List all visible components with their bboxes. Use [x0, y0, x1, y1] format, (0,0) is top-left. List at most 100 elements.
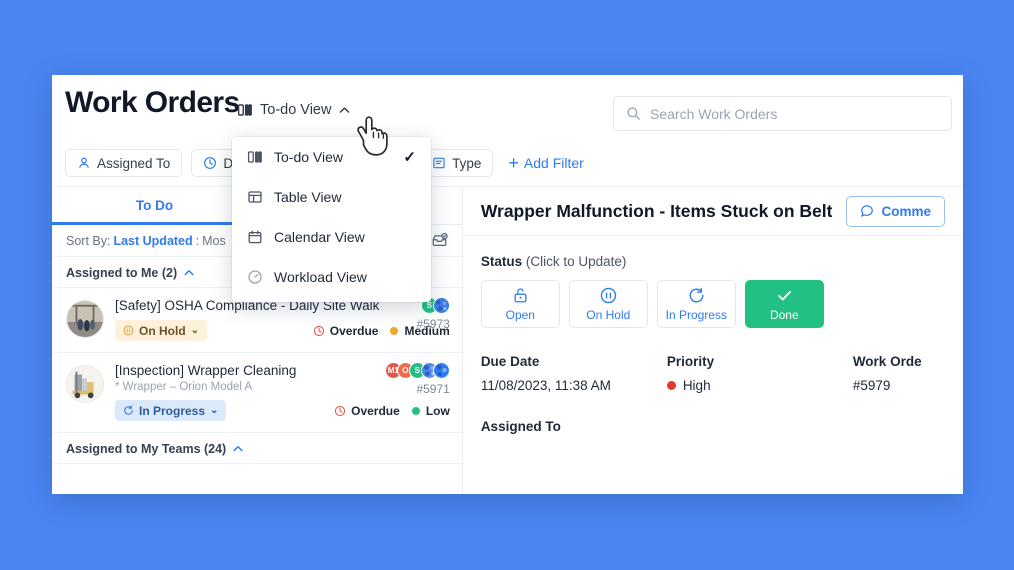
overdue-badge: Overdue	[313, 323, 379, 338]
tab-label: To Do	[135, 198, 174, 213]
comment-button[interactable]: Comme	[846, 195, 945, 227]
status-section-label: Status (Click to Update)	[481, 254, 945, 269]
chevron-down-icon: ⌄	[190, 325, 200, 336]
search-input[interactable]	[650, 105, 939, 122]
filter-chip-type[interactable]: Type	[420, 149, 494, 177]
meta-value: High	[682, 378, 711, 393]
overdue-badge: Overdue	[334, 404, 400, 418]
assigned-to-label: Assigned To	[480, 419, 561, 434]
clock-icon	[313, 325, 325, 337]
menu-item-table-view[interactable]: Table View	[232, 177, 431, 217]
detail-header: Wrapper Malfunction - Items Stuck on Bel…	[462, 187, 963, 236]
view-switcher-label: To-do View	[260, 102, 332, 118]
meta-label: Due Date	[480, 354, 540, 369]
meta-priority: Priority High	[666, 354, 853, 393]
screenshot-stage: Work Orders To-do View Search Work Order…	[0, 0, 1014, 570]
work-order-meta-row: In Progress ⌄ Overdue Low	[115, 400, 450, 421]
view-switcher-button[interactable]: To-do View	[237, 102, 351, 118]
status-buttons: Open On Hold In Progress Done	[480, 280, 945, 328]
work-order-detail-pane: Wrapper Malfunction - Items Stuck on Bel…	[462, 187, 963, 494]
menu-item-calendar-view[interactable]: Calendar View	[232, 217, 431, 257]
chevron-down-icon: ⌄	[210, 405, 219, 416]
unlock-icon	[511, 286, 530, 305]
search-icon	[626, 106, 641, 121]
detail-meta-row: Due Date 11/08/2023, 11:38 AM Priority H…	[481, 354, 945, 393]
sort-value[interactable]: Mos	[202, 234, 226, 248]
work-order-id: #5971	[416, 382, 450, 396]
pause-icon	[599, 286, 618, 305]
status-badge-label: In Progress	[139, 403, 206, 418]
status-label-text: Status	[480, 254, 523, 269]
add-filter-button[interactable]: + Add Filter	[508, 154, 583, 172]
table-icon	[247, 189, 263, 205]
menu-item-label: Calendar View	[274, 229, 365, 245]
priority-badge: Low	[411, 403, 450, 418]
archive-inbox-icon[interactable]	[431, 232, 448, 249]
status-button-label: In Progress	[665, 308, 727, 322]
work-orders-app-card: Work Orders To-do View Search Work Order…	[52, 75, 963, 494]
filter-chip-assigned-to[interactable]: Assigned To	[65, 149, 183, 177]
clock-icon	[203, 156, 217, 170]
sort-prefix: Sort By:	[66, 233, 111, 248]
add-filter-label: Add Filter	[523, 155, 584, 171]
avatar	[66, 300, 104, 338]
search-box[interactable]	[613, 96, 952, 131]
page-title: Work Orders	[65, 86, 240, 119]
columns-icon	[247, 149, 263, 165]
menu-item-workload-view[interactable]: Workload View	[232, 257, 431, 297]
gauge-icon	[247, 269, 263, 285]
mini-avatar	[432, 362, 450, 379]
avatar	[66, 365, 104, 403]
meta-value-wrap: High	[666, 378, 853, 393]
filter-chip-label: Type	[452, 155, 482, 171]
sort-separator: :	[195, 233, 200, 248]
status-button-on-hold[interactable]: On Hold	[568, 280, 648, 328]
status-button-open[interactable]: Open	[480, 280, 560, 328]
meta-label: Priority	[666, 354, 715, 369]
status-badge-label: On Hold	[139, 323, 186, 338]
body-split: To Do Sort By: Last Updated : Mos Assign…	[52, 186, 963, 494]
status-badge[interactable]: In Progress ⌄	[115, 400, 227, 421]
status-button-in-progress[interactable]: In Progress	[656, 280, 736, 328]
meta-label: Work Orde	[852, 354, 922, 369]
sort-field[interactable]: Last Updated	[113, 234, 192, 248]
work-order-meta-row: On Hold ⌄ Overdue Medium	[115, 320, 450, 341]
work-order-right-meta: Overdue Low	[334, 404, 450, 418]
status-badge[interactable]: On Hold ⌄	[115, 320, 208, 341]
filter-bar: Assigned To Due Da Type	[52, 140, 963, 186]
work-order-content: [Safety] OSHA Compliance - Daily Site Wa…	[115, 298, 450, 341]
chevron-up-icon	[232, 443, 244, 455]
plus-icon: +	[508, 153, 519, 173]
group-header-assigned-to-my-teams[interactable]: Assigned to My Teams (24)	[52, 433, 462, 464]
work-order-corner: M1 O S #5971	[384, 362, 450, 396]
columns-icon	[237, 102, 253, 118]
check-icon	[775, 286, 794, 305]
chevron-up-icon	[183, 267, 195, 279]
menu-item-to-do-view[interactable]: To-do View ✓	[232, 137, 431, 177]
pause-icon	[123, 325, 134, 336]
comment-button-label: Comme	[881, 203, 931, 219]
app-header: Work Orders To-do View	[52, 75, 963, 140]
meta-value: 11/08/2023, 11:38 AM	[480, 378, 611, 393]
mini-avatar	[432, 297, 450, 314]
status-button-label: Open	[505, 308, 535, 322]
detail-body: Status (Click to Update) Open On Hold In…	[463, 236, 963, 434]
refresh-icon	[123, 405, 134, 416]
work-order-id: #5973	[416, 317, 450, 331]
priority-label: Low	[425, 403, 450, 418]
tab-to-do[interactable]: To Do	[52, 187, 257, 225]
calendar-icon	[247, 229, 263, 245]
group-label: Assigned to Me (2)	[66, 266, 178, 280]
menu-item-label: Table View	[274, 189, 342, 205]
status-button-done[interactable]: Done	[744, 280, 824, 328]
type-icon	[432, 156, 446, 170]
table-row[interactable]: [Inspection] Wrapper Cleaning * Wrapper …	[52, 353, 462, 433]
status-button-label: On Hold	[586, 308, 631, 322]
clock-icon	[334, 405, 346, 417]
priority-dot	[411, 406, 420, 415]
filter-chip-label: Assigned To	[97, 155, 171, 171]
overdue-label: Overdue	[329, 323, 379, 338]
comment-icon	[860, 204, 874, 218]
priority-dot	[390, 326, 399, 335]
meta-work-order: Work Orde #5979	[853, 354, 922, 393]
